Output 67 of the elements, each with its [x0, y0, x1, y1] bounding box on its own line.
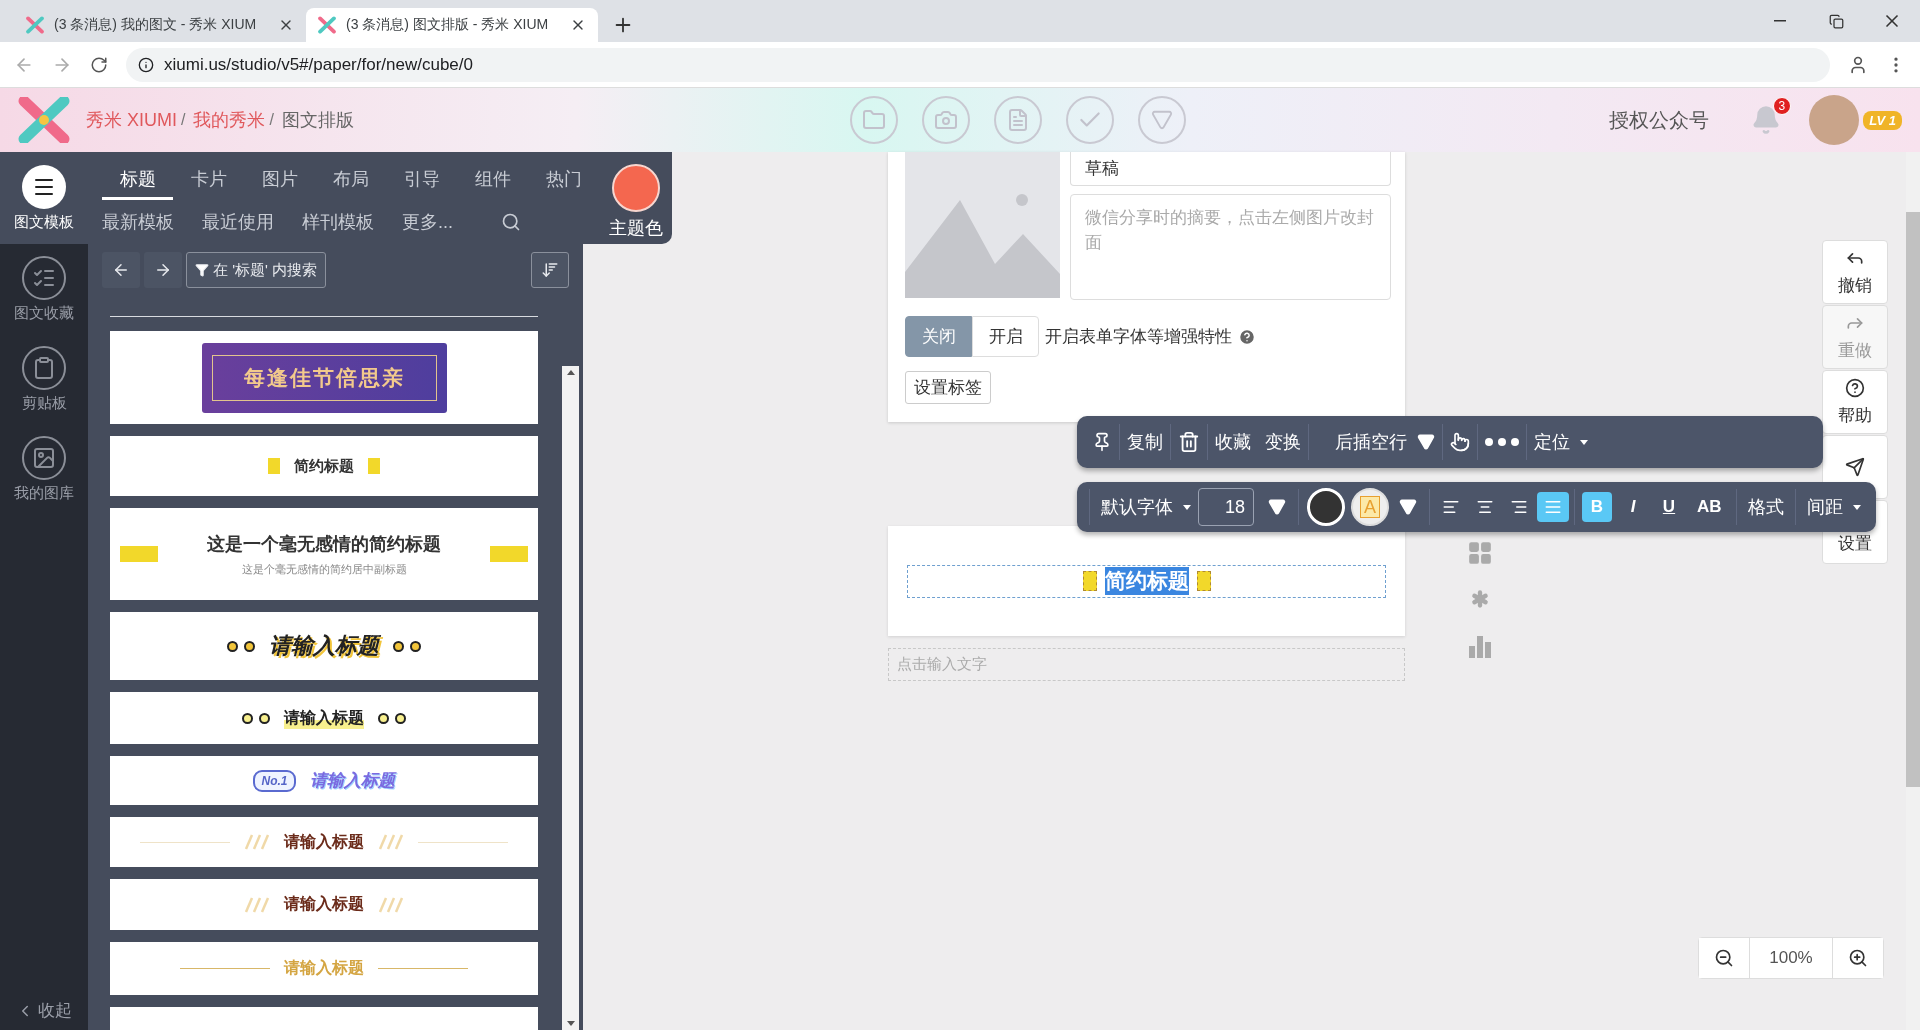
- subcategory-tab[interactable]: 最近使用: [202, 210, 274, 234]
- template-title: 简约标题: [294, 456, 354, 476]
- template-title: 请输入标题: [284, 894, 364, 914]
- title-field[interactable]: 草稿: [1070, 152, 1391, 186]
- font-dropdown[interactable]: 默认字体: [1094, 489, 1198, 525]
- template-title: 请输入标题: [284, 958, 364, 978]
- template-card[interactable]: 请输入标题: [110, 817, 538, 867]
- template-title: 请输入标题: [284, 707, 364, 729]
- template-card[interactable]: 简约标题: [110, 436, 538, 496]
- subcategory-tab[interactable]: 样刊模板: [302, 210, 374, 234]
- address-field[interactable]: xiumi.us/studio/v5#/paper/for/new/cube/0: [126, 47, 1830, 82]
- sidebar-item[interactable]: 剪贴板: [0, 334, 88, 424]
- template-card[interactable]: 请输入标题: [110, 612, 538, 680]
- authorize-link[interactable]: 授权公众号: [1609, 106, 1710, 134]
- category-tab[interactable]: 图片: [244, 167, 315, 200]
- breadcrumb-separator: /: [181, 111, 186, 129]
- toggle-hint: 开启表单字体等增强特性: [1045, 326, 1232, 348]
- tab-title: (3 条消息) 我的图文 - 秀米 XIUM: [54, 16, 258, 34]
- search-filter-button[interactable]: 在 '标题' 内搜索: [186, 252, 327, 288]
- template-card[interactable]: No.1 请输入标题: [110, 756, 538, 805]
- help-button[interactable]: 帮助: [1822, 370, 1888, 434]
- position-menu[interactable]: 定位: [1527, 424, 1595, 460]
- title-block[interactable]: 简约标题: [907, 564, 1386, 598]
- text-style-button[interactable]: I: [1618, 492, 1648, 522]
- text-style-button[interactable]: U: [1654, 492, 1684, 522]
- template-card[interactable]: 请输入标题: [110, 692, 538, 744]
- heading-text[interactable]: 简约标题: [1104, 567, 1189, 595]
- format-button[interactable]: 格式: [1740, 489, 1791, 525]
- sidebar-item[interactable]: 图文收藏: [0, 244, 88, 334]
- notification-count: 3: [1772, 97, 1792, 115]
- theme-color-button[interactable]: 主题色: [599, 152, 672, 244]
- template-title: 请输入标题: [309, 770, 395, 792]
- toolbar-button[interactable]: 复制: [1120, 424, 1171, 460]
- category-tab[interactable]: 标题: [102, 167, 173, 200]
- subcategory-tab[interactable]: 更多...: [402, 210, 453, 234]
- summary-field[interactable]: 微信分享时的摘要，点击左侧图片改封面: [1070, 194, 1391, 300]
- template-card[interactable]: 请输入标题: [110, 879, 538, 930]
- subcategory-tab[interactable]: 最新模板: [102, 210, 174, 234]
- template-card[interactable]: 每逢佳节倍思亲: [110, 331, 538, 424]
- tab-title: (3 条消息) 图文排版 - 秀米 XIUM: [346, 16, 550, 34]
- template-title: 这是一个毫无感情的简约标题: [207, 532, 441, 556]
- banner-title: 每逢佳节倍思亲: [211, 354, 437, 401]
- category-tab[interactable]: 引导: [386, 167, 457, 200]
- toolbar-button[interactable]: 变换: [1258, 424, 1309, 460]
- template-card[interactable]: 这是一个毫无感情的简约标题 这是个毫无感情的简约居中副标题: [110, 508, 538, 600]
- toggle-option[interactable]: 开启: [972, 316, 1039, 357]
- text-style-button[interactable]: AB: [1690, 492, 1729, 522]
- category-tab[interactable]: 组件: [457, 167, 528, 200]
- sidebar-item[interactable]: 图文模板: [0, 152, 88, 244]
- set-tags-button[interactable]: 设置标签: [905, 371, 991, 404]
- toolbar-button[interactable]: 收藏: [1208, 424, 1258, 460]
- template-title: 请输入标题: [269, 632, 379, 660]
- breadcrumb-separator: /: [269, 111, 274, 129]
- sidebar-item[interactable]: 我的图库: [0, 424, 88, 514]
- browser-tab[interactable]: (3 条消息) 图文排版 - 秀米 XIUM: [306, 8, 598, 42]
- category-tab[interactable]: 热门: [528, 167, 599, 200]
- font-size-field[interactable]: 18: [1198, 488, 1254, 526]
- template-title: 请输入标题: [284, 831, 364, 852]
- template-subtitle: 这是个毫无感情的简约居中副标题: [241, 561, 407, 577]
- insert-line-button[interactable]: 后插空行: [1309, 424, 1443, 460]
- category-tab[interactable]: 卡片: [173, 167, 244, 200]
- number-badge: No.1: [253, 769, 296, 792]
- collapse-button[interactable]: 收起: [16, 999, 72, 1022]
- undo-button[interactable]: 撤销: [1822, 240, 1888, 304]
- browser-tab[interactable]: (3 条消息) 我的图文 - 秀米 XIUM: [14, 8, 306, 42]
- level-badge: LV 1: [1863, 110, 1902, 130]
- category-tab[interactable]: 布局: [315, 167, 386, 200]
